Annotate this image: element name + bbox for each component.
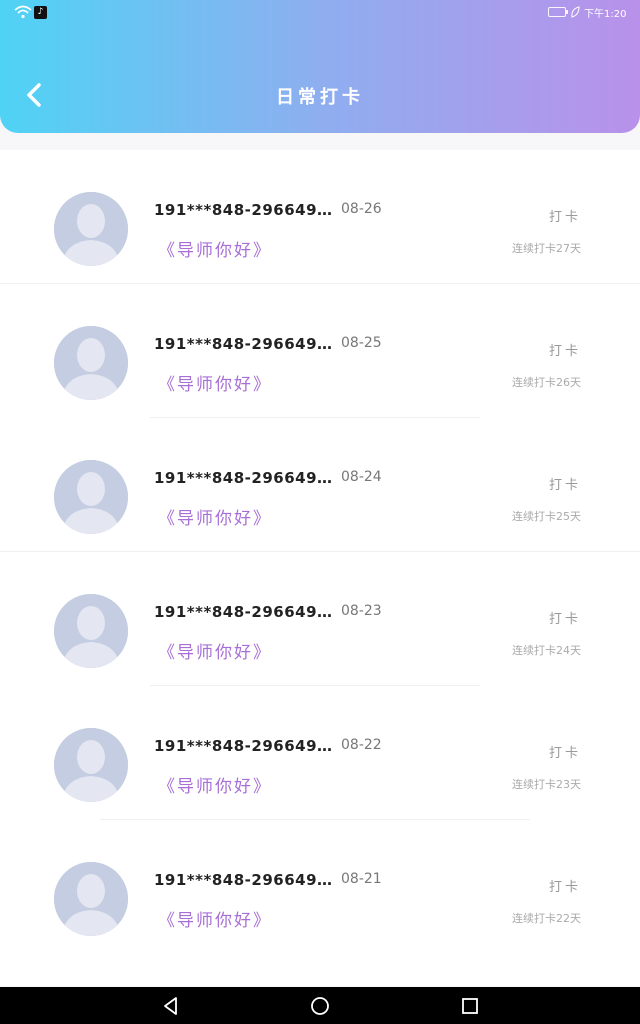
wifi-icon xyxy=(14,5,32,19)
checkin-button[interactable]: 打卡 xyxy=(549,340,581,359)
default-avatar-icon xyxy=(54,460,128,534)
header: ♪ 下午1:20 日常打卡 xyxy=(0,0,640,133)
entry-streak: 连续打卡27天 xyxy=(512,242,581,255)
entry-book-title[interactable]: 《导师你好》 xyxy=(158,504,272,529)
nav-recent-icon[interactable] xyxy=(459,995,481,1017)
entry-date: 08-25 xyxy=(341,335,382,351)
entry-date: 08-22 xyxy=(341,737,382,753)
entry-date: 08-23 xyxy=(341,603,382,619)
checkin-button[interactable]: 打卡 xyxy=(549,474,581,493)
list-item[interactable]: 191***848-296649… 08-26 《导师你好》 打卡 连续打卡27… xyxy=(0,150,640,284)
list-item[interactable]: 191***848-296649… 08-25 《导师你好》 打卡 连续打卡26… xyxy=(0,284,640,418)
avatar xyxy=(54,594,128,668)
list-item[interactable]: 191***848-296649… 08-23 《导师你好》 打卡 连续打卡24… xyxy=(0,552,640,686)
entry-book-title[interactable]: 《导师你好》 xyxy=(158,236,272,261)
avatar xyxy=(54,862,128,936)
entry-book-title[interactable]: 《导师你好》 xyxy=(158,906,272,931)
battery-icon xyxy=(548,7,568,17)
list-item[interactable]: 191***848-296649… 08-21 《导师你好》 打卡 连续打卡22… xyxy=(0,820,640,954)
default-avatar-icon xyxy=(54,192,128,266)
entry-streak: 连续打卡25天 xyxy=(512,510,581,523)
page-title: 日常打卡 xyxy=(276,87,364,108)
avatar xyxy=(54,460,128,534)
entry-streak: 连续打卡24天 xyxy=(512,644,581,657)
status-time: 下午1:20 xyxy=(584,9,627,20)
default-avatar-icon xyxy=(54,594,128,668)
avatar xyxy=(54,192,128,266)
entry-phone: 191***848-296649… xyxy=(154,201,333,219)
avatar xyxy=(54,326,128,400)
entry-phone: 191***848-296649… xyxy=(154,737,333,755)
entry-phone: 191***848-296649… xyxy=(154,469,333,487)
list-item[interactable]: 191***848-296649… 08-24 《导师你好》 打卡 连续打卡25… xyxy=(0,418,640,552)
checkin-button[interactable]: 打卡 xyxy=(549,742,581,761)
status-bar: ♪ 下午1:20 xyxy=(0,0,640,26)
default-avatar-icon xyxy=(54,728,128,802)
list-item[interactable]: 191***848-296649… 08-22 《导师你好》 打卡 连续打卡23… xyxy=(0,686,640,820)
nav-back-icon[interactable] xyxy=(160,995,182,1017)
entry-date: 08-26 xyxy=(341,201,382,217)
entry-book-title[interactable]: 《导师你好》 xyxy=(158,772,272,797)
entry-book-title[interactable]: 《导师你好》 xyxy=(158,638,272,663)
system-nav-bar xyxy=(0,987,640,1024)
entry-book-title[interactable]: 《导师你好》 xyxy=(158,370,272,395)
entry-phone: 191***848-296649… xyxy=(154,871,333,889)
checkin-button[interactable]: 打卡 xyxy=(549,206,581,225)
default-avatar-icon xyxy=(54,862,128,936)
leaf-icon xyxy=(571,6,580,18)
entry-date: 08-24 xyxy=(341,469,382,485)
entry-phone: 191***848-296649… xyxy=(154,603,333,621)
checkin-list: 191***848-296649… 08-26 《导师你好》 打卡 连续打卡27… xyxy=(0,150,640,986)
avatar xyxy=(54,728,128,802)
entry-phone: 191***848-296649… xyxy=(154,335,333,353)
tiktok-icon: ♪ xyxy=(34,6,47,19)
checkin-button[interactable]: 打卡 xyxy=(549,608,581,627)
entry-date: 08-21 xyxy=(341,871,382,887)
default-avatar-icon xyxy=(54,326,128,400)
nav-home-icon[interactable] xyxy=(309,995,331,1017)
entry-streak: 连续打卡22天 xyxy=(512,912,581,925)
entry-streak: 连续打卡26天 xyxy=(512,376,581,389)
entry-streak: 连续打卡23天 xyxy=(512,778,581,791)
checkin-button[interactable]: 打卡 xyxy=(549,876,581,895)
